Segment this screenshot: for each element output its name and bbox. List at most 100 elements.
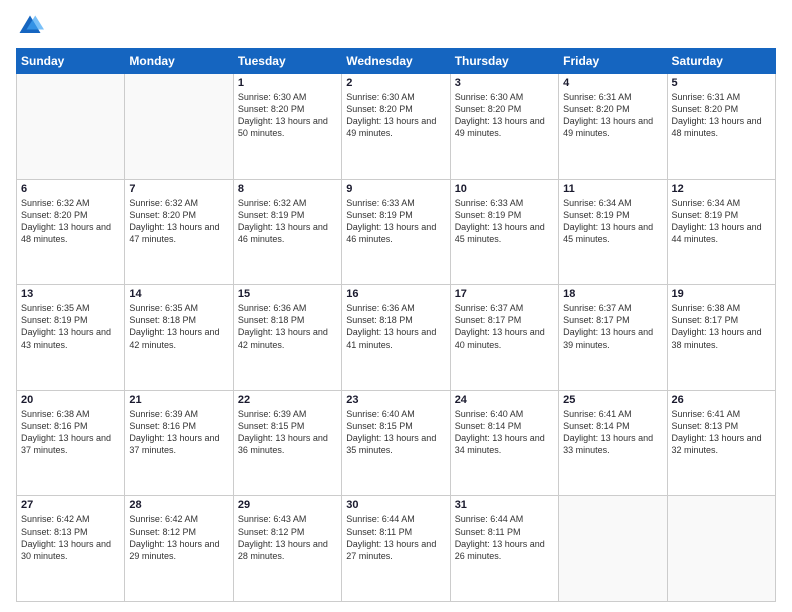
calendar-week-5: 27 Sunrise: 6:42 AM Sunset: 8:13 PM Dayli… (17, 496, 776, 602)
day-number: 3 (455, 77, 554, 89)
logo-icon (16, 12, 44, 40)
calendar-week-2: 6 Sunrise: 6:32 AM Sunset: 8:20 PM Daylig… (17, 179, 776, 285)
day-number: 1 (238, 77, 337, 89)
day-number: 9 (346, 183, 445, 195)
calendar-cell: 13 Sunrise: 6:35 AM Sunset: 8:19 PM Dayli… (17, 285, 125, 391)
day-number: 14 (129, 288, 228, 300)
day-number: 23 (346, 394, 445, 406)
day-info: Sunrise: 6:42 AM Sunset: 8:12 PM Dayligh… (129, 513, 228, 562)
day-info: Sunrise: 6:33 AM Sunset: 8:19 PM Dayligh… (455, 197, 554, 246)
day-info: Sunrise: 6:30 AM Sunset: 8:20 PM Dayligh… (346, 91, 445, 140)
day-info: Sunrise: 6:42 AM Sunset: 8:13 PM Dayligh… (21, 513, 120, 562)
day-number: 12 (672, 183, 771, 195)
day-info: Sunrise: 6:30 AM Sunset: 8:20 PM Dayligh… (455, 91, 554, 140)
calendar-cell: 21 Sunrise: 6:39 AM Sunset: 8:16 PM Dayli… (125, 390, 233, 496)
day-number: 22 (238, 394, 337, 406)
day-info: Sunrise: 6:33 AM Sunset: 8:19 PM Dayligh… (346, 197, 445, 246)
day-number: 30 (346, 499, 445, 511)
day-info: Sunrise: 6:32 AM Sunset: 8:20 PM Dayligh… (129, 197, 228, 246)
weekday-header-tuesday: Tuesday (233, 49, 341, 74)
day-number: 21 (129, 394, 228, 406)
calendar-cell: 6Sunrise: 6:32 AM Sunset: 8:20 PM Daylig… (17, 179, 125, 285)
weekday-header-monday: Monday (125, 49, 233, 74)
day-info: Sunrise: 6:31 AM Sunset: 8:20 PM Dayligh… (563, 91, 662, 140)
day-number: 19 (672, 288, 771, 300)
day-number: 10 (455, 183, 554, 195)
calendar-cell: 19 Sunrise: 6:38 AM Sunset: 8:17 PM Dayli… (667, 285, 775, 391)
calendar-cell: 7 Sunrise: 6:32 AM Sunset: 8:20 PM Daylig… (125, 179, 233, 285)
day-number: 5 (672, 77, 771, 89)
calendar-cell: 22Sunrise: 6:39 AM Sunset: 8:15 PM Dayli… (233, 390, 341, 496)
day-number: 11 (563, 183, 662, 195)
day-number: 28 (129, 499, 228, 511)
calendar-cell (17, 74, 125, 180)
day-info: Sunrise: 6:35 AM Sunset: 8:19 PM Dayligh… (21, 302, 120, 351)
day-number: 16 (346, 288, 445, 300)
day-info: Sunrise: 6:38 AM Sunset: 8:16 PM Dayligh… (21, 408, 120, 457)
weekday-header-thursday: Thursday (450, 49, 558, 74)
calendar-cell: 17Sunrise: 6:37 AM Sunset: 8:17 PM Dayli… (450, 285, 558, 391)
day-info: Sunrise: 6:34 AM Sunset: 8:19 PM Dayligh… (672, 197, 771, 246)
day-info: Sunrise: 6:35 AM Sunset: 8:18 PM Dayligh… (129, 302, 228, 351)
calendar-table: SundayMondayTuesdayWednesdayThursdayFrid… (16, 48, 776, 602)
calendar-cell: 16 Sunrise: 6:36 AM Sunset: 8:18 PM Dayli… (342, 285, 450, 391)
calendar-week-3: 13 Sunrise: 6:35 AM Sunset: 8:19 PM Dayli… (17, 285, 776, 391)
calendar-cell: 4 Sunrise: 6:31 AM Sunset: 8:20 PM Daylig… (559, 74, 667, 180)
day-number: 31 (455, 499, 554, 511)
day-number: 29 (238, 499, 337, 511)
day-info: Sunrise: 6:43 AM Sunset: 8:12 PM Dayligh… (238, 513, 337, 562)
day-info: Sunrise: 6:44 AM Sunset: 8:11 PM Dayligh… (346, 513, 445, 562)
day-info: Sunrise: 6:36 AM Sunset: 8:18 PM Dayligh… (346, 302, 445, 351)
day-number: 2 (346, 77, 445, 89)
day-number: 18 (563, 288, 662, 300)
weekday-header-saturday: Saturday (667, 49, 775, 74)
logo (16, 12, 48, 40)
calendar-cell: 11Sunrise: 6:34 AM Sunset: 8:19 PM Dayli… (559, 179, 667, 285)
day-number: 27 (21, 499, 120, 511)
day-info: Sunrise: 6:40 AM Sunset: 8:15 PM Dayligh… (346, 408, 445, 457)
calendar-cell: 10 Sunrise: 6:33 AM Sunset: 8:19 PM Dayli… (450, 179, 558, 285)
day-info: Sunrise: 6:31 AM Sunset: 8:20 PM Dayligh… (672, 91, 771, 140)
day-number: 24 (455, 394, 554, 406)
calendar-cell: 9 Sunrise: 6:33 AM Sunset: 8:19 PM Daylig… (342, 179, 450, 285)
calendar-week-1: 1 Sunrise: 6:30 AM Sunset: 8:20 PM Daylig… (17, 74, 776, 180)
calendar-cell: 1 Sunrise: 6:30 AM Sunset: 8:20 PM Daylig… (233, 74, 341, 180)
day-info: Sunrise: 6:38 AM Sunset: 8:17 PM Dayligh… (672, 302, 771, 351)
day-number: 6 (21, 183, 120, 195)
day-info: Sunrise: 6:36 AM Sunset: 8:18 PM Dayligh… (238, 302, 337, 351)
calendar-week-4: 20 Sunrise: 6:38 AM Sunset: 8:16 PM Dayli… (17, 390, 776, 496)
page: SundayMondayTuesdayWednesdayThursdayFrid… (0, 0, 792, 612)
day-number: 15 (238, 288, 337, 300)
day-info: Sunrise: 6:30 AM Sunset: 8:20 PM Dayligh… (238, 91, 337, 140)
calendar-cell: 5 Sunrise: 6:31 AM Sunset: 8:20 PM Daylig… (667, 74, 775, 180)
day-info: Sunrise: 6:32 AM Sunset: 8:19 PM Dayligh… (238, 197, 337, 246)
calendar-cell: 14 Sunrise: 6:35 AM Sunset: 8:18 PM Dayli… (125, 285, 233, 391)
day-info: Sunrise: 6:41 AM Sunset: 8:14 PM Dayligh… (563, 408, 662, 457)
day-number: 20 (21, 394, 120, 406)
day-info: Sunrise: 6:37 AM Sunset: 8:17 PM Dayligh… (563, 302, 662, 351)
calendar-cell: 27 Sunrise: 6:42 AM Sunset: 8:13 PM Dayli… (17, 496, 125, 602)
day-number: 4 (563, 77, 662, 89)
day-info: Sunrise: 6:44 AM Sunset: 8:11 PM Dayligh… (455, 513, 554, 562)
day-info: Sunrise: 6:39 AM Sunset: 8:16 PM Dayligh… (129, 408, 228, 457)
day-number: 7 (129, 183, 228, 195)
calendar-cell: 24 Sunrise: 6:40 AM Sunset: 8:14 PM Dayli… (450, 390, 558, 496)
calendar-cell: 3 Sunrise: 6:30 AM Sunset: 8:20 PM Daylig… (450, 74, 558, 180)
calendar-cell: 20 Sunrise: 6:38 AM Sunset: 8:16 PM Dayli… (17, 390, 125, 496)
day-info: Sunrise: 6:41 AM Sunset: 8:13 PM Dayligh… (672, 408, 771, 457)
day-number: 17 (455, 288, 554, 300)
weekday-header-sunday: Sunday (17, 49, 125, 74)
calendar-header-row: SundayMondayTuesdayWednesdayThursdayFrid… (17, 49, 776, 74)
day-info: Sunrise: 6:40 AM Sunset: 8:14 PM Dayligh… (455, 408, 554, 457)
calendar-cell: 12 Sunrise: 6:34 AM Sunset: 8:19 PM Dayli… (667, 179, 775, 285)
calendar-cell: 31 Sunrise: 6:44 AM Sunset: 8:11 PM Dayli… (450, 496, 558, 602)
day-number: 8 (238, 183, 337, 195)
calendar-cell (125, 74, 233, 180)
calendar-cell: 23 Sunrise: 6:40 AM Sunset: 8:15 PM Dayli… (342, 390, 450, 496)
calendar-cell: 2 Sunrise: 6:30 AM Sunset: 8:20 PM Daylig… (342, 74, 450, 180)
top-area (16, 12, 776, 40)
calendar-cell: 29 Sunrise: 6:43 AM Sunset: 8:12 PM Dayli… (233, 496, 341, 602)
day-number: 13 (21, 288, 120, 300)
calendar-cell (559, 496, 667, 602)
calendar-cell: 8 Sunrise: 6:32 AM Sunset: 8:19 PM Daylig… (233, 179, 341, 285)
